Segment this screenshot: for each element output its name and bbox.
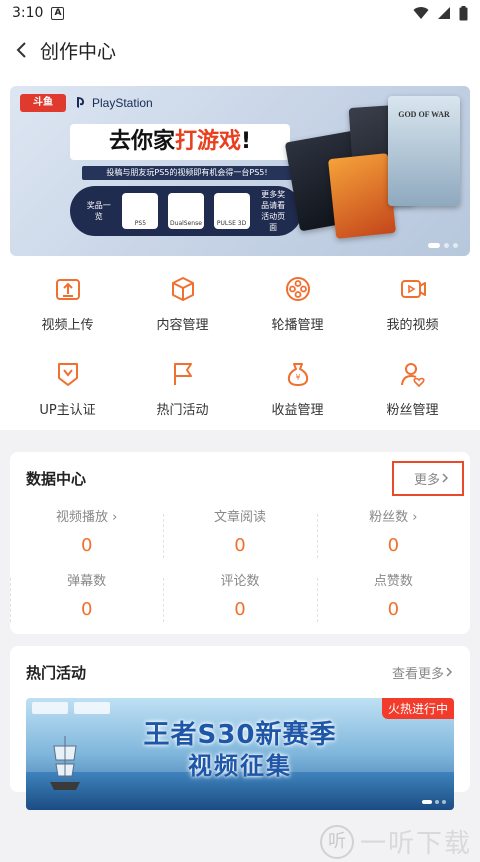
stat-label: 视频播放 › [55,510,118,525]
stat-comments[interactable]: 评论数 0 [163,568,316,632]
watermark-logo: 听 [319,824,354,859]
film-reel-icon [283,274,313,304]
feature-grid: 视频上传 内容管理 轮播管理 我的视频 UP主认证 热门活动 ¥ 收益管理 粉丝… [10,256,470,426]
stat-value: 0 [234,535,246,556]
banner-subline: 投稿与朋友玩PS5的视频即有机会得一台PS5! [82,166,292,180]
prize-right-text: 更多奖品请看活动页面 [261,190,286,232]
watermark: 听 一听下载 [319,823,472,860]
grid-item-revenue[interactable]: ¥ 收益管理 [240,359,355,418]
grid-label: 热门活动 [156,403,209,418]
stat-likes[interactable]: 点赞数 0 [316,568,470,632]
signal-icon [438,7,450,19]
activity-status-badge: 火热进行中 [381,698,454,719]
hot-activity-more-button[interactable]: 查看更多 [392,663,454,682]
grid-label: 视频上传 [41,318,94,333]
battery-icon [459,5,468,20]
data-center-header: 数据中心 更多 [10,452,470,504]
data-center-title: 数据中心 [26,469,87,488]
activity-banner-subtitle: 视频征集 [188,752,292,780]
game-covers: GOD OF WAR [284,96,462,246]
stat-label: 文章阅读 [213,510,266,525]
banner-headline: 去你家打游戏! [70,124,290,160]
prize-item: DualSense [167,193,204,229]
stat-label: 评论数 [220,574,260,589]
banner-pager [428,243,458,248]
flag-icon [168,359,198,389]
headline-part-c: ! [240,129,252,154]
douyu-logo: 斗鱼 [20,94,66,112]
page-title: 创作中心 [40,40,117,63]
chevron-right-icon [442,473,449,483]
money-bag-icon: ¥ [283,359,313,389]
hot-activity-banner[interactable]: 王者S30新赛季 视频征集 火热进行中 [26,698,454,810]
stat-value: 0 [80,535,93,556]
stats-grid: 视频播放 › 0 文章阅读 0 粉丝数 › 0 弹幕数 0 评论数 0 点赞数 … [10,504,470,632]
data-center-more-button[interactable]: 更多 [391,460,464,496]
banner-brand: 斗鱼 PlayStation [20,94,153,112]
grid-label: 内容管理 [156,318,209,333]
grid-item-up-verify[interactable]: UP主认证 [10,359,125,418]
activity-logos [32,702,110,714]
stat-value: 0 [387,599,400,620]
stat-fans[interactable]: 粉丝数 › 0 [316,504,470,568]
prize-left-text: 奖品一览 [86,201,111,221]
wifi-icon [413,7,429,20]
stat-video-plays[interactable]: 视频播放 › 0 [10,504,163,568]
cover-title: GOD OF WAR [398,110,450,119]
stat-label: 弹幕数 [67,574,107,589]
game-cover [327,153,397,239]
cube-icon [168,274,198,304]
chevron-right-icon [446,667,453,677]
grid-item-carousel-manage[interactable]: 轮播管理 [240,274,355,333]
stat-value: 0 [387,535,400,556]
hot-activity-header: 热门活动 查看更多 [10,646,470,698]
grid-item-video-upload[interactable]: 视频上传 [10,274,125,333]
prize-strip: 奖品一览 PS5 DualSense PULSE 3D 更多奖品请看活动页面 [70,186,302,236]
app-bar: 创作中心 [0,26,480,74]
grid-item-fans[interactable]: 粉丝管理 [355,359,470,418]
more-label: 更多 [413,472,440,488]
grid-label: UP主认证 [39,403,96,418]
grid-item-content-manage[interactable]: 内容管理 [125,274,240,333]
grid-label: 收益管理 [271,403,324,418]
stat-article-reads[interactable]: 文章阅读 0 [163,504,316,568]
top-section: 斗鱼 PlayStation 去你家打游戏! 投稿与朋友玩PS5的视频即有机会得… [0,74,480,430]
promo-banner[interactable]: 斗鱼 PlayStation 去你家打游戏! 投稿与朋友玩PS5的视频即有机会得… [10,86,470,256]
playstation-icon [77,97,84,108]
back-button[interactable] [10,38,34,62]
activity-pager [422,800,446,804]
hot-activity-title: 热门活动 [26,663,87,682]
more-label: 查看更多 [391,666,444,682]
notification-icon: A [51,6,65,20]
fans-icon [398,359,428,389]
watermark-text: 一听下载 [359,829,472,859]
svg-text:¥: ¥ [295,373,300,382]
headline-part-a: 去你家 [108,129,175,154]
back-arrow-icon [16,42,26,58]
grid-item-my-videos[interactable]: 我的视频 [355,274,470,333]
badge-icon [53,359,83,389]
grid-label: 我的视频 [386,318,439,333]
headline-part-b: 打游戏 [174,129,241,154]
prize-item: PULSE 3D [213,193,250,229]
video-icon [398,274,428,304]
grid-label: 粉丝管理 [386,403,439,418]
prize-item: PS5 [122,193,159,229]
status-time: 3:10 [12,5,44,21]
hot-activity-card: 热门活动 查看更多 王者S30新赛季 视频征集 火热进行中 [10,646,470,810]
game-cover-gow: GOD OF WAR [388,96,460,206]
stat-label: 点赞数 [373,574,413,589]
upload-icon [53,274,83,304]
stat-label: 粉丝数 › [369,510,418,525]
stat-value: 0 [234,599,246,620]
status-bar: 3:10 A [0,0,480,26]
stat-value: 0 [80,599,93,620]
data-center-card: 数据中心 更多 视频播放 › 0 文章阅读 0 粉丝数 › 0 弹幕数 0 评论… [10,452,470,634]
stat-danmaku[interactable]: 弹幕数 0 [10,568,163,632]
playstation-label: PlayStation [92,96,153,110]
grid-item-hot-activity[interactable]: 热门活动 [125,359,240,418]
grid-label: 轮播管理 [271,318,324,333]
